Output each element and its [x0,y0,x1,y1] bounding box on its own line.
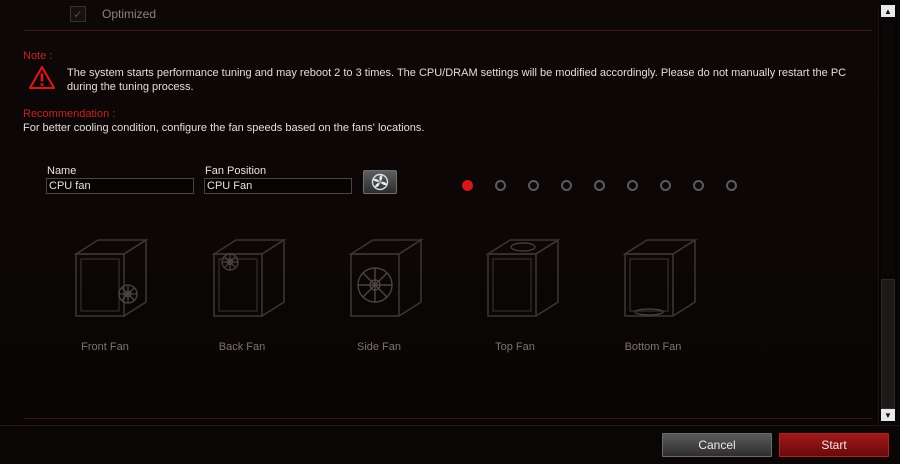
side-fan-case-icon[interactable] [343,232,433,322]
note-heading: Note : [23,50,53,62]
scroll-up-button[interactable]: ▲ [881,5,895,17]
back-fan-label: Back Fan [218,341,266,353]
pager-dot[interactable] [561,180,572,191]
fan-tuning-panel: ✓ Optimized Note : The system starts per… [0,0,877,425]
recommendation-heading: Recommendation : [23,108,116,120]
pager-dot[interactable] [693,180,704,191]
optimized-label: Optimized [102,7,157,21]
pager-dot[interactable] [726,180,737,191]
bottom-fan-label: Bottom Fan [624,341,682,353]
pager-dot[interactable] [495,180,506,191]
warning-icon [29,66,55,89]
recommendation-text: For better cooling condition, configure … [23,122,425,134]
note-text: The system starts performance tuning and… [67,67,847,93]
front-fan-label: Front Fan [81,341,129,353]
pager-dot[interactable] [528,180,539,191]
pager-dot[interactable] [660,180,671,191]
cancel-button[interactable]: Cancel [662,433,772,457]
pager-dot[interactable] [594,180,605,191]
side-fan-label: Side Fan [356,341,402,353]
fan-select-button[interactable] [363,170,397,194]
scroll-down-button[interactable]: ▼ [881,409,895,421]
bottom-fan-case-icon[interactable] [617,232,707,322]
top-fan-label: Top Fan [495,341,535,353]
pager-dot[interactable] [627,180,638,191]
top-fan-case-icon[interactable] [480,232,570,322]
footer-divider [0,425,900,426]
scroll-thumb[interactable] [881,279,895,409]
optimized-option[interactable]: ✓ Optimized [70,4,156,24]
start-button[interactable]: Start [779,433,889,457]
vertical-scrollbar[interactable]: ▲ ▼ [878,3,897,423]
back-fan-case-icon[interactable] [206,232,296,322]
fan-icon [371,173,389,191]
divider [24,418,872,419]
name-label: Name [47,165,77,177]
optimized-checkbox[interactable]: ✓ [70,6,86,22]
fan-position-label: Fan Position [205,165,267,177]
front-fan-case-icon[interactable] [68,232,158,322]
name-input[interactable] [46,178,194,194]
pager-dot[interactable] [462,180,473,191]
divider [24,30,872,31]
fan-position-input[interactable] [204,178,352,194]
